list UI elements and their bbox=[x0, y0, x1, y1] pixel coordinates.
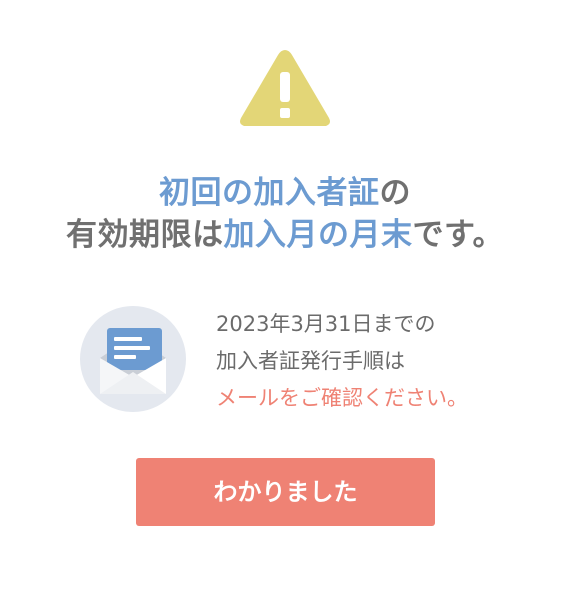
info-line-deadline: 2023年3月31日までの bbox=[216, 312, 436, 336]
headline-text-2: 有効期限は bbox=[66, 217, 224, 253]
notice-modal: 初回の加入者証の 有効期限は加入月の月末です。 2023年3月31日までの 加入… bbox=[0, 0, 570, 600]
mail-icon bbox=[80, 306, 186, 412]
headline-highlight-2: 加入月の月末 bbox=[223, 217, 413, 253]
understood-button[interactable]: わかりました bbox=[136, 458, 435, 526]
headline-highlight-1: 初回の加入者証 bbox=[159, 175, 380, 211]
headline-text-3: です。 bbox=[412, 217, 504, 253]
headline: 初回の加入者証の 有効期限は加入月の月末です。 bbox=[0, 172, 570, 256]
info-line-procedure: 加入者証発行手順は bbox=[216, 349, 405, 373]
info-text: 2023年3月31日までの 加入者証発行手順は メールをご確認ください。 bbox=[216, 306, 556, 417]
headline-line-1: 初回の加入者証の bbox=[0, 172, 570, 214]
warning-icon bbox=[240, 50, 330, 126]
headline-text-1: の bbox=[379, 175, 411, 211]
info-line-check-email: メールをご確認ください。 bbox=[216, 386, 468, 410]
headline-line-2: 有効期限は加入月の月末です。 bbox=[0, 214, 570, 256]
